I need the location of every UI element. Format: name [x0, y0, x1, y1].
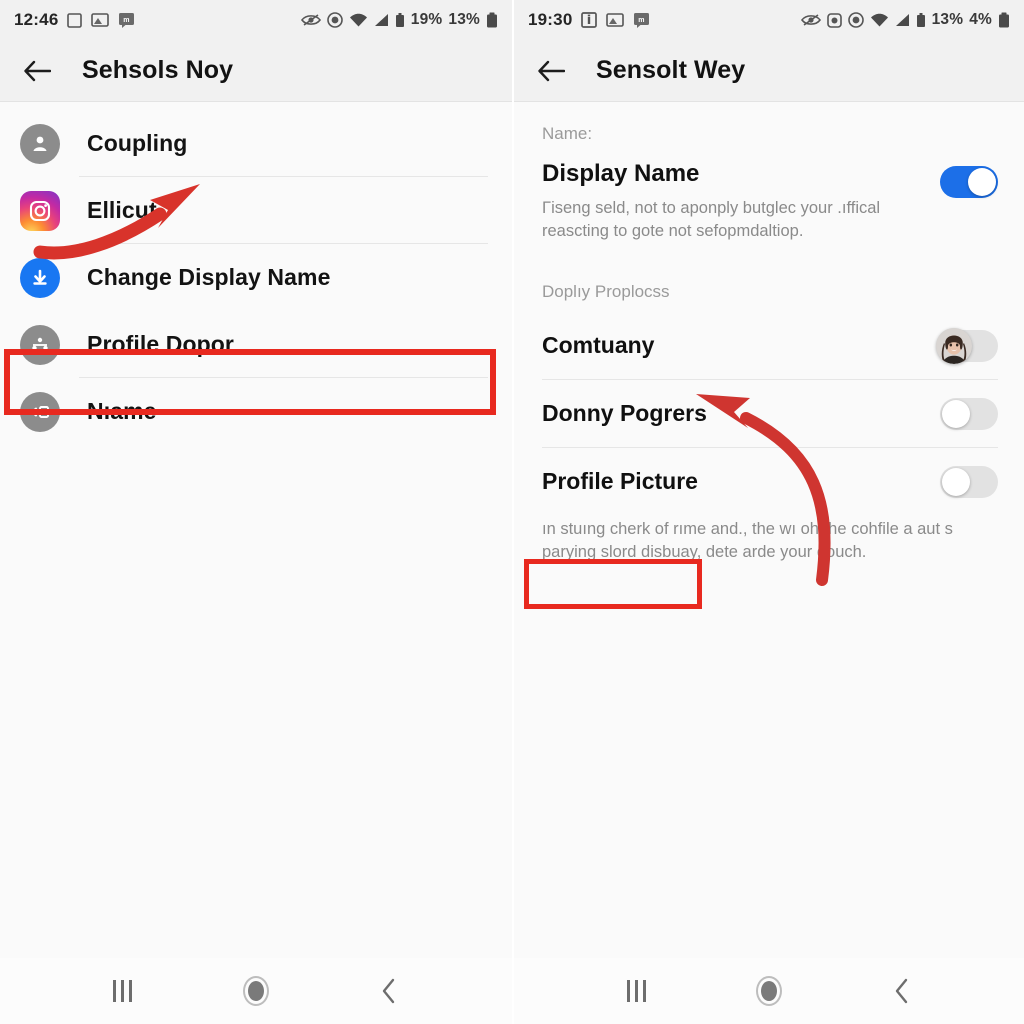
right-status-bar: 19:30 m 13% 4% [514, 0, 1024, 40]
list-item-label: Nıame [87, 398, 157, 424]
data-percent-label: 13% [931, 11, 964, 28]
left-app-bar: Sehsols Noy [0, 40, 512, 102]
display-name-toggle[interactable] [940, 166, 998, 198]
recent-apps-icon[interactable] [93, 968, 153, 1014]
badge-icon [826, 12, 842, 28]
battery-icon [998, 12, 1010, 28]
list-item-profile-dopor[interactable]: Profile Dopor [0, 311, 512, 378]
image-icon [91, 13, 110, 27]
battery-percent-label: 4% [969, 11, 992, 28]
list-item-ellicut[interactable]: Ellicut [0, 177, 512, 244]
setting-row-donny-pogrers[interactable]: Donny Pogrers [514, 380, 1024, 448]
message-badge-icon: m [633, 12, 650, 28]
section-label-display-process: Doplıy Proplocss [542, 281, 670, 301]
toggle-knob [968, 168, 996, 196]
svg-text:m: m [639, 17, 645, 24]
photo-avatar-icon [936, 327, 972, 364]
donny-pogrers-toggle[interactable] [940, 397, 998, 430]
back-arrow-icon[interactable] [534, 54, 568, 88]
share-nodes-icon [20, 324, 60, 365]
toggle-knob [942, 399, 970, 428]
list-item-label: Profile Dopor [87, 331, 234, 357]
status-bar-left-group: 12:46 m [14, 10, 135, 30]
list-item-label: Coupling [87, 130, 188, 156]
shield-icon [326, 12, 343, 28]
list-item-coupling[interactable]: Coupling [0, 110, 512, 177]
setting-title: Display Name [542, 160, 700, 187]
status-bar-clock: 12:46 [14, 10, 59, 29]
person-avatar-icon [20, 123, 60, 164]
setting-text-group: Display Name Γiseng seld, not to aponply… [542, 160, 940, 244]
left-status-bar: 12:46 m 19% 13% [0, 0, 512, 40]
info-box-icon [581, 12, 598, 28]
settings-list: Coupling Ellicut Change Display Name Pro… [0, 102, 512, 445]
download-circle-icon [20, 257, 60, 298]
right-app-bar: Sensolt Wey [514, 40, 1024, 102]
profile-picture-toggle[interactable] [940, 465, 998, 498]
left-phone-screen: 12:46 m 19% 13% Sehsols Noy Coupling Ell… [0, 0, 512, 1024]
list-item-change-display-name[interactable]: Change Display Name [0, 244, 512, 311]
nav-back-icon[interactable] [872, 968, 932, 1014]
toggle-knob [942, 467, 970, 496]
image-icon [606, 13, 625, 27]
signal-icon [895, 13, 910, 27]
shield-icon [847, 12, 864, 28]
battery-icon [486, 12, 498, 28]
signal-icon [374, 13, 389, 27]
page-title: Sehsols Noy [82, 56, 234, 84]
status-bar-left-group: 19:30 m [528, 10, 650, 30]
right-nav-bar [514, 958, 1024, 1024]
setting-row-label: Profile Picture [542, 468, 698, 495]
highlight-box-profile-picture [524, 559, 702, 609]
left-content: Coupling Ellicut Change Display Name Pro… [0, 102, 512, 1024]
svg-text:m: m [124, 17, 130, 24]
logout-icon [20, 391, 60, 432]
list-item-name[interactable]: Nıame [0, 378, 512, 445]
instagram-icon [20, 190, 60, 231]
sim-icon [395, 12, 405, 28]
battery-percent-label: 13% [448, 11, 480, 28]
right-content: Name: Display Name Γiseng seld, not to a… [514, 102, 1024, 1024]
setting-row-profile-picture[interactable]: Profile Picture [514, 448, 1024, 516]
wifi-icon [349, 13, 368, 27]
profile-picture-note: ın stuıng cherk of rıme and., the wı oh … [542, 519, 953, 562]
home-icon[interactable] [226, 968, 286, 1014]
recent-apps-icon[interactable] [606, 968, 666, 1014]
comtuany-toggle[interactable] [936, 327, 998, 364]
sim-icon [916, 12, 926, 28]
right-phone-screen: 19:30 m 13% 4% Sensolt Wey Name: Display… [512, 0, 1024, 1024]
back-arrow-icon[interactable] [20, 54, 54, 88]
status-bar-right-group: 19% 13% [300, 11, 498, 29]
list-item-label: Ellicut [87, 197, 157, 223]
dual-screenshot-container: 12:46 m 19% 13% Sehsols Noy Coupling Ell… [0, 0, 1024, 1024]
page-title: Sensolt Wey [596, 56, 746, 84]
status-bar-right-group: 13% 4% [800, 11, 1010, 29]
eye-slash-icon [800, 13, 821, 27]
home-icon[interactable] [739, 968, 799, 1014]
setting-row-comtuany[interactable]: Comtuany [514, 312, 1024, 380]
setting-row-label: Comtuany [542, 332, 655, 359]
message-badge-icon: m [118, 12, 135, 28]
setting-row-label: Donny Pogrers [542, 400, 707, 427]
square-outline-icon [67, 12, 83, 28]
setting-description: Γiseng seld, not to aponply butglec your… [542, 198, 881, 241]
wifi-icon [870, 13, 889, 27]
nav-back-icon[interactable] [359, 968, 419, 1014]
left-nav-bar [0, 958, 512, 1024]
eye-slash-icon [300, 13, 321, 27]
list-item-label: Change Display Name [87, 264, 331, 290]
data-percent-label: 19% [410, 11, 443, 28]
status-bar-clock: 19:30 [528, 10, 573, 29]
setting-display-name[interactable]: Display Name Γiseng seld, not to aponply… [514, 154, 1024, 254]
section-label-name: Name: [542, 124, 593, 143]
